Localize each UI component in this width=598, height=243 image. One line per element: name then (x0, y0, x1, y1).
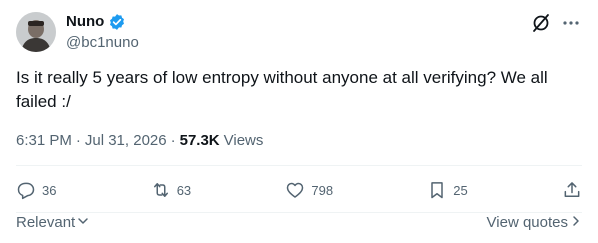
author-name[interactable]: Nuno (66, 13, 104, 31)
author-handle[interactable]: @bc1nuno (66, 34, 139, 52)
tweet-text: Is it really 5 years of low entropy with… (16, 68, 548, 111)
share-icon (562, 180, 582, 200)
view-quotes-link[interactable]: View quotes (487, 214, 582, 231)
chevron-down-icon (77, 214, 89, 231)
meta-separator: · (75, 132, 81, 149)
verified-badge-icon (108, 13, 126, 31)
divider (16, 165, 582, 166)
avatar[interactable] (16, 12, 56, 52)
repost-icon (151, 180, 171, 200)
repost-button[interactable]: 63 (151, 180, 191, 200)
tweet-top-actions (530, 12, 582, 34)
bookmark-icon (427, 180, 447, 200)
like-count: 798 (311, 182, 334, 198)
meta-separator: · (170, 132, 176, 149)
sort-label: Relevant (16, 213, 76, 231)
sort-dropdown[interactable]: Relevant (16, 214, 89, 231)
bookmark-button[interactable]: 25 (427, 180, 468, 200)
view-quotes-label: View quotes (486, 213, 568, 231)
tweet-meta: 6:31 PM · Jul 31, 2026 · 57.3K Views (16, 131, 263, 151)
grok-icon[interactable] (530, 12, 552, 34)
bookmark-count: 25 (453, 182, 468, 198)
reply-icon (16, 180, 36, 200)
share-button[interactable] (562, 180, 582, 200)
like-button[interactable]: 798 (285, 180, 333, 200)
chevron-right-icon (570, 214, 582, 231)
author-name-row: Nuno (66, 13, 126, 31)
tweet-actions-bar: 36 63 798 25 (16, 176, 582, 204)
heart-icon (285, 180, 305, 200)
views-label: Views (223, 132, 264, 149)
repost-count: 63 (176, 182, 192, 198)
replies-footer: Relevant View quotes (16, 212, 582, 232)
reply-button[interactable]: 36 (16, 180, 56, 200)
tweet-time[interactable]: 6:31 PM (16, 131, 72, 151)
reply-count: 36 (42, 182, 57, 198)
more-icon[interactable] (560, 12, 582, 34)
tweet-date[interactable]: Jul 31, 2026 (85, 131, 167, 151)
views-count: 57.3K (179, 132, 220, 149)
